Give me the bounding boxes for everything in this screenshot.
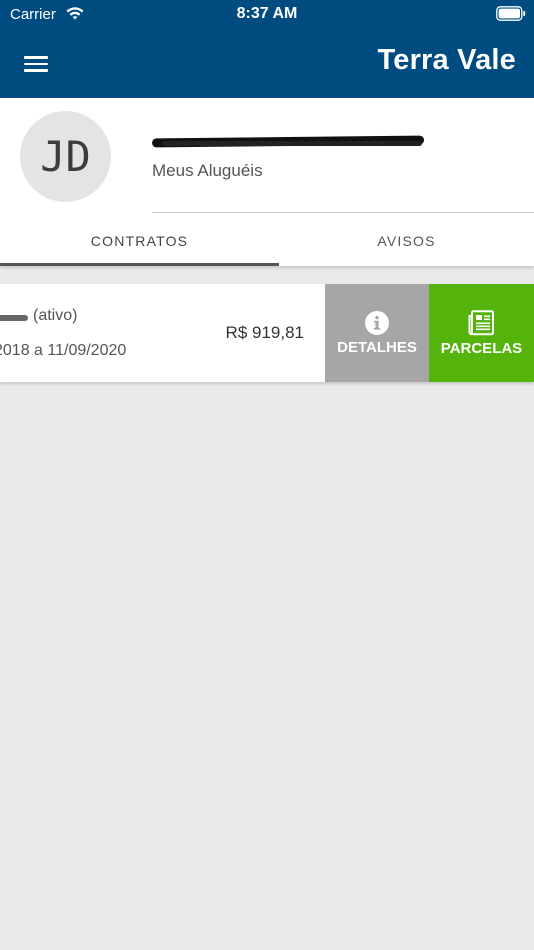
contract-period: 2018 a 11/09/2020 (0, 342, 127, 359)
contract-card[interactable]: (ativo) 2018 a 11/09/2020 R$ 919,81 DETA… (0, 284, 534, 382)
battery-icon (496, 6, 526, 21)
contract-value: R$ 919,81 (225, 323, 304, 342)
user-name-redacted (152, 128, 428, 150)
details-label: DETALHES (337, 338, 417, 356)
app-title: Terra Vale (377, 44, 516, 76)
installments-label: PARCELAS (440, 339, 523, 357)
avatar: JD (20, 111, 111, 202)
menu-button[interactable] (22, 48, 50, 78)
receipt-icon (468, 309, 494, 335)
tab-selected-indicator (0, 263, 279, 266)
installments-button[interactable]: PARCELAS (429, 284, 534, 382)
contract-id-redacted (0, 315, 28, 321)
tab-contratos[interactable]: CONTRATOS (0, 216, 279, 266)
tab-avisos[interactable]: AVISOS (279, 216, 534, 266)
info-icon (365, 310, 389, 335)
profile-subtitle: Meus Aluguéis (152, 161, 263, 180)
hamburger-menu-icon (22, 52, 50, 76)
clock: 8:37 AM (236, 5, 298, 22)
profile-header: JD Meus Aluguéis CONTRATOS AVISOS (0, 98, 534, 266)
divider (152, 212, 534, 213)
navigation-bar: Terra Vale (0, 28, 534, 98)
status-bar: Carrier 8:37 AM (0, 0, 534, 28)
details-button[interactable]: DETALHES (325, 284, 429, 382)
